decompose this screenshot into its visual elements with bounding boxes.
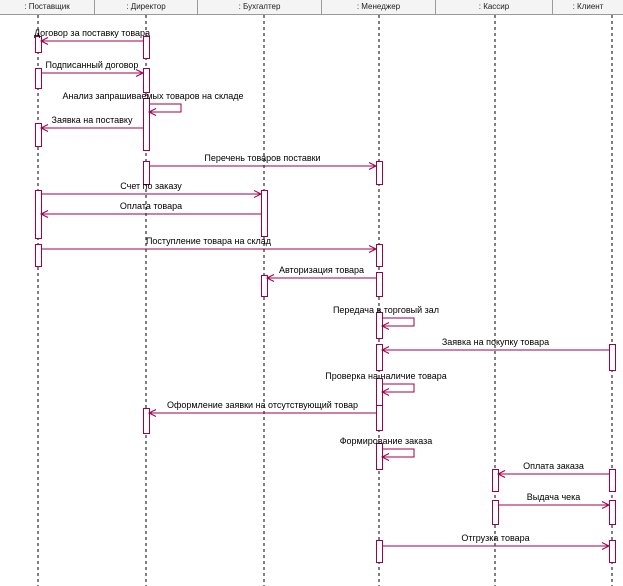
activation-manager bbox=[376, 405, 383, 431]
message-label: Выдача чека bbox=[527, 492, 581, 502]
activation-manager bbox=[376, 272, 383, 297]
self-message-line bbox=[382, 317, 415, 327]
message-10: Передача в торговый зал bbox=[333, 305, 439, 330]
message-label: Счет по заказу bbox=[120, 181, 182, 191]
message-1: Договор за поставку товара bbox=[34, 28, 150, 45]
message-label: Анализ запрашиваемых товаров на складе bbox=[62, 91, 243, 101]
message-17: Отгрузка товара bbox=[382, 533, 611, 550]
activation-client bbox=[609, 500, 616, 525]
activation-client bbox=[609, 540, 616, 563]
activation-accountant bbox=[261, 190, 268, 237]
message-label: Поступление товара на склад bbox=[146, 236, 272, 246]
message-label: Договор за поставку товара bbox=[34, 28, 150, 38]
activation-manager bbox=[376, 344, 383, 371]
message-12: Проверка на наличие товара bbox=[325, 371, 447, 396]
message-label: Проверка на наличие товара bbox=[325, 371, 447, 381]
activation-manager bbox=[376, 540, 383, 563]
activation-director bbox=[143, 36, 150, 59]
self-message-line bbox=[149, 103, 182, 113]
activation-director bbox=[143, 408, 150, 434]
message-label: Оплата товара bbox=[120, 201, 182, 211]
message-label: Отгрузка товара bbox=[461, 533, 529, 543]
activation-manager bbox=[376, 443, 383, 470]
message-6: Счет по заказу bbox=[41, 181, 263, 198]
message-15: Оплата заказа bbox=[496, 461, 609, 478]
message-7: Оплата товара bbox=[39, 201, 261, 218]
activation-cashier bbox=[492, 469, 499, 492]
activation-director bbox=[143, 68, 150, 93]
self-message-line bbox=[382, 383, 415, 393]
activation-supplier bbox=[35, 244, 42, 267]
message-label: Оплата заказа bbox=[523, 461, 584, 471]
activation-director bbox=[143, 98, 150, 151]
activation-client bbox=[609, 344, 616, 371]
message-9: Авторизация товара bbox=[265, 265, 376, 282]
message-label: Передача в торговый зал bbox=[333, 305, 439, 315]
message-8: Поступление товара на склад bbox=[41, 236, 378, 253]
message-2: Подписанный договор bbox=[41, 60, 145, 77]
activation-accountant bbox=[261, 275, 268, 297]
message-5: Перечень товаров поставки bbox=[149, 153, 378, 170]
messages-group: Договор за поставку товара Подписанный до… bbox=[34, 28, 611, 550]
message-16: Выдача чека bbox=[498, 492, 611, 509]
activation-manager bbox=[376, 312, 383, 339]
activation-supplier bbox=[35, 123, 42, 147]
activation-manager bbox=[376, 244, 383, 267]
message-label: Заявка на поставку bbox=[52, 115, 133, 125]
sequence-diagram: Договор за поставку товара Подписанный до… bbox=[34, 15, 616, 586]
activation-manager bbox=[376, 161, 383, 185]
activation-supplier bbox=[35, 68, 42, 89]
message-label: Перечень товаров поставки bbox=[204, 153, 320, 163]
message-14: Формирование заказа bbox=[340, 436, 433, 461]
activation-client bbox=[609, 469, 616, 492]
self-message-line bbox=[382, 448, 415, 458]
message-label: Формирование заказа bbox=[340, 436, 433, 446]
message-13: Оформление заявки на отсутствующий товар bbox=[147, 400, 376, 417]
activation-cashier bbox=[492, 500, 499, 525]
message-label: Заявка на покупку товара bbox=[442, 337, 549, 347]
activation-supplier bbox=[35, 190, 42, 239]
message-3: Анализ запрашиваемых товаров на складе bbox=[62, 91, 244, 116]
activation-supplier bbox=[35, 36, 42, 53]
message-label: Подписанный договор bbox=[46, 60, 139, 70]
message-4: Заявка на поставку bbox=[39, 115, 143, 132]
message-label: Оформление заявки на отсутствующий товар bbox=[167, 400, 358, 410]
message-label: Авторизация товара bbox=[279, 265, 364, 275]
